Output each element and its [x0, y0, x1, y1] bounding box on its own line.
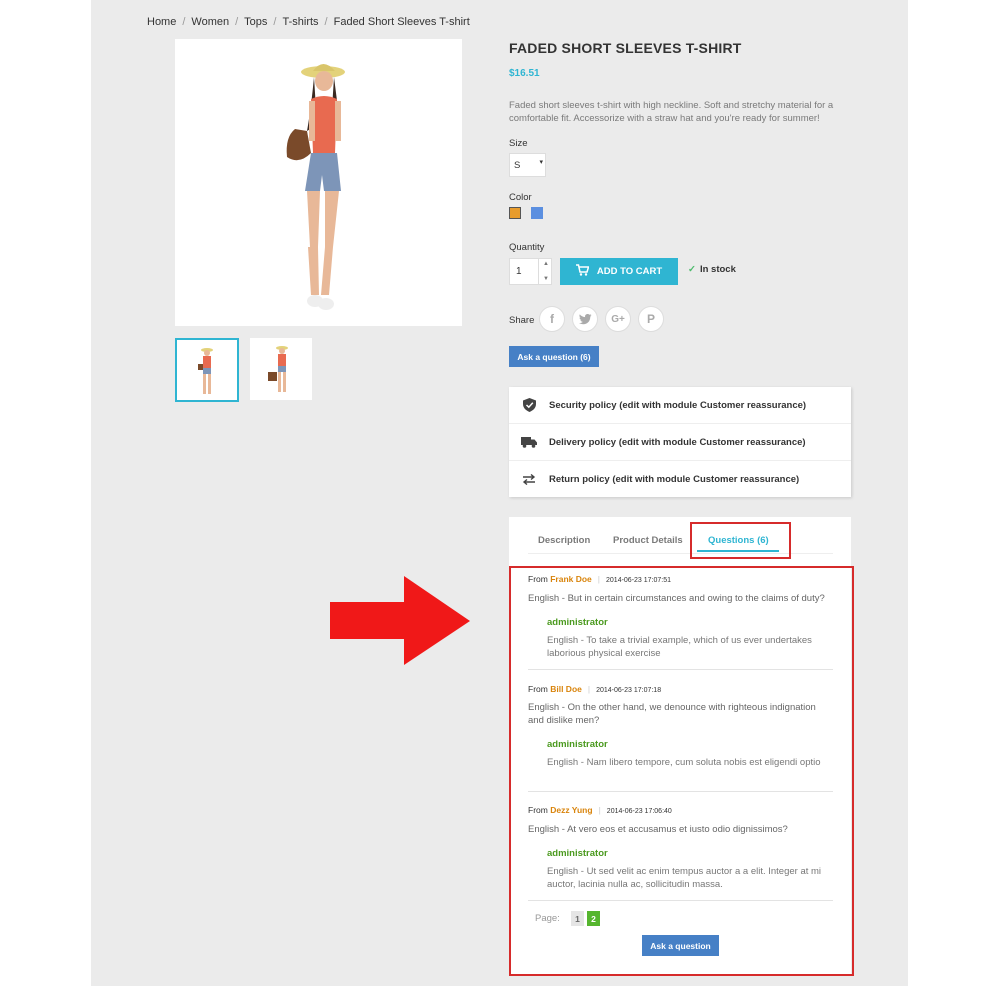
reassurance-return-text: Return policy (edit with module Customer… — [549, 473, 800, 485]
shield-icon — [509, 398, 549, 412]
size-select[interactable]: S ▾ — [509, 153, 546, 177]
highlight-questions-panel — [509, 566, 854, 976]
pinterest-icon[interactable]: P — [638, 306, 664, 332]
product-title: FADED SHORT SLEEVES T-SHIRT — [509, 40, 742, 56]
tab-product-details[interactable]: Product Details — [613, 535, 683, 546]
check-icon: ✓ — [688, 264, 696, 275]
quantity-value: 1 — [516, 266, 522, 277]
color-label: Color — [509, 192, 532, 203]
breadcrumb-tops[interactable]: Tops — [244, 16, 267, 28]
quantity-stepper[interactable]: 1 ▲ ▼ — [509, 258, 552, 285]
breadcrumb-home[interactable]: Home — [147, 16, 176, 28]
chevron-up-icon[interactable]: ▲ — [543, 261, 549, 267]
color-swatch-orange[interactable] — [509, 207, 521, 219]
share-label: Share — [509, 315, 535, 326]
tab-description[interactable]: Description — [538, 535, 590, 546]
reassurance-delivery-text: Delivery policy (edit with module Custom… — [549, 436, 806, 448]
highlight-questions-tab — [690, 522, 791, 559]
thumbnail-2[interactable] — [250, 338, 312, 400]
breadcrumb-tshirts[interactable]: T-shirts — [282, 16, 318, 28]
google-plus-icon[interactable]: G+ — [605, 306, 631, 332]
facebook-icon[interactable]: f — [539, 306, 565, 332]
reassurance-box: Security policy (edit with module Custom… — [509, 387, 851, 497]
reassurance-security: Security policy (edit with module Custom… — [509, 387, 851, 423]
size-value: S — [514, 160, 521, 171]
add-to-cart-button[interactable]: ADD TO CART — [560, 258, 678, 285]
breadcrumb: Home / Women / Tops / T-shirts / Faded Short Sle… — [147, 16, 470, 28]
caret-down-icon: ▾ — [539, 159, 543, 166]
product-main-image[interactable] — [175, 39, 462, 326]
quantity-label: Quantity — [509, 242, 545, 253]
reassurance-security-text: Security policy (edit with module Custom… — [549, 399, 807, 411]
twitter-icon[interactable] — [572, 306, 598, 332]
chevron-down-icon[interactable]: ▼ — [543, 276, 549, 282]
reassurance-return: Return policy (edit with module Customer… — [509, 461, 851, 497]
red-arrow-icon — [330, 576, 470, 665]
cart-icon — [575, 264, 590, 279]
breadcrumb-current: Faded Short Sleeves T-shirt — [333, 16, 470, 28]
color-swatch-blue[interactable] — [531, 207, 543, 219]
thumbnail-1[interactable] — [175, 338, 239, 402]
size-label: Size — [509, 138, 528, 149]
product-description: Faded short sleeves t-shirt with high ne… — [509, 100, 834, 124]
swap-arrows-icon — [509, 473, 549, 485]
ask-question-count-button[interactable]: Ask a question (6) — [509, 346, 599, 367]
truck-icon — [509, 436, 549, 448]
stock-label: In stock — [699, 264, 736, 275]
stock-status: ✓ In stock — [688, 264, 736, 275]
add-to-cart-label: ADD TO CART — [596, 266, 663, 277]
product-price: $16.51 — [509, 68, 540, 79]
breadcrumb-women[interactable]: Women — [191, 16, 229, 28]
reassurance-delivery: Delivery policy (edit with module Custom… — [509, 424, 851, 460]
model-figure — [286, 64, 345, 310]
